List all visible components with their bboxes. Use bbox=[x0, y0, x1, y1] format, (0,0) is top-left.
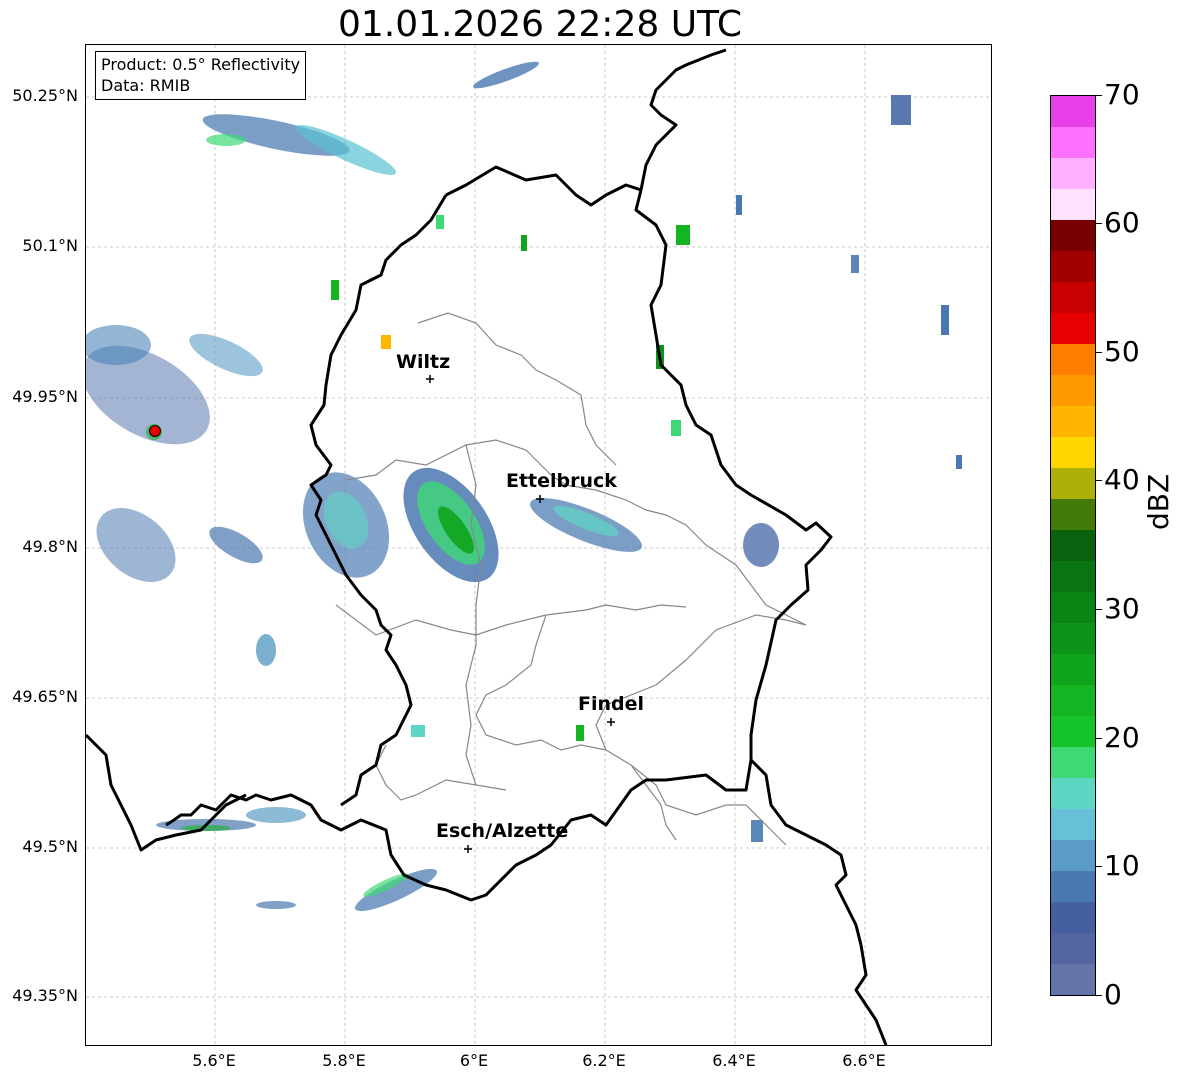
city-label-wiltz: Wiltz bbox=[396, 351, 451, 373]
colorbar-segment bbox=[1051, 933, 1095, 964]
lon-label: 6.4°E bbox=[712, 1051, 756, 1070]
colorbar-segment bbox=[1051, 778, 1095, 809]
colorbar-segment bbox=[1051, 375, 1095, 406]
colorbar-segment bbox=[1051, 871, 1095, 902]
colorbar-tick: 20 bbox=[1104, 721, 1140, 754]
colorbar-segment bbox=[1051, 530, 1095, 561]
lat-label: 49.35°N bbox=[12, 986, 78, 1005]
colorbar-segment bbox=[1051, 282, 1095, 313]
colorbar-segment bbox=[1051, 902, 1095, 933]
radar-site-marker bbox=[146, 424, 162, 440]
colorbar-label: dBZ bbox=[1142, 473, 1175, 530]
colorbar-segment bbox=[1051, 840, 1095, 871]
lon-label: 5.8°E bbox=[322, 1051, 366, 1070]
lon-label: 6°E bbox=[459, 1051, 489, 1070]
lon-label: 6.2°E bbox=[582, 1051, 626, 1070]
colorbar-segment bbox=[1051, 623, 1095, 654]
city-label-findel: Findel bbox=[578, 693, 645, 715]
colorbar-segment bbox=[1051, 685, 1095, 716]
colorbar-segment bbox=[1051, 561, 1095, 592]
city-label-ettelbruck: Ettelbruck bbox=[506, 470, 617, 492]
colorbar-segment bbox=[1051, 220, 1095, 251]
lon-label: 5.6°E bbox=[192, 1051, 236, 1070]
colorbar-segment bbox=[1051, 406, 1095, 437]
colorbar-segment bbox=[1051, 189, 1095, 220]
colorbar-segment bbox=[1051, 747, 1095, 778]
colorbar-segment bbox=[1051, 964, 1095, 995]
colorbar-segment bbox=[1051, 468, 1095, 499]
colorbar-segment bbox=[1051, 251, 1095, 282]
colorbar-segment bbox=[1051, 344, 1095, 375]
colorbar-tick: 50 bbox=[1104, 335, 1140, 368]
colorbar-segment bbox=[1051, 499, 1095, 530]
colorbar-tick: 10 bbox=[1104, 849, 1140, 882]
colorbar-segment bbox=[1051, 158, 1095, 189]
colorbar-tick: 60 bbox=[1104, 206, 1140, 239]
lat-label: 50.1°N bbox=[22, 236, 78, 255]
lat-label: 49.65°N bbox=[12, 687, 78, 706]
map-title: 01.01.2026 22:28 UTC bbox=[337, 4, 743, 45]
colorbar-segment bbox=[1051, 96, 1095, 127]
colorbar-segment bbox=[1051, 716, 1095, 747]
colorbar-tick: 70 bbox=[1104, 78, 1140, 111]
product-info-box: Product: 0.5° Reflectivity Data: RMIB bbox=[95, 51, 307, 100]
district-borders bbox=[335, 312, 807, 846]
colorbar-tick: 40 bbox=[1104, 463, 1140, 496]
colorbar-segment bbox=[1051, 437, 1095, 468]
data-source-text: Data: RMIB bbox=[101, 76, 191, 95]
colorbar-tick: 0 bbox=[1104, 978, 1122, 1011]
colorbar-tick: 30 bbox=[1104, 592, 1140, 625]
colorbar-segment bbox=[1051, 127, 1095, 158]
map-canvas bbox=[86, 45, 991, 1045]
lat-label: 49.95°N bbox=[12, 387, 78, 406]
colorbar-segment bbox=[1051, 313, 1095, 344]
lat-label: 49.5°N bbox=[22, 837, 78, 856]
colorbar-segment bbox=[1051, 592, 1095, 623]
lat-label: 49.8°N bbox=[22, 537, 78, 556]
city-label-esch: Esch/Alzette bbox=[436, 820, 569, 842]
product-text: Product: 0.5° Reflectivity bbox=[101, 55, 301, 74]
radar-map bbox=[85, 44, 992, 1046]
colorbar bbox=[1050, 95, 1096, 996]
colorbar-segment bbox=[1051, 809, 1095, 840]
colorbar-segment bbox=[1051, 654, 1095, 685]
lon-label: 6.6°E bbox=[842, 1051, 886, 1070]
lat-label: 50.25°N bbox=[12, 86, 78, 105]
